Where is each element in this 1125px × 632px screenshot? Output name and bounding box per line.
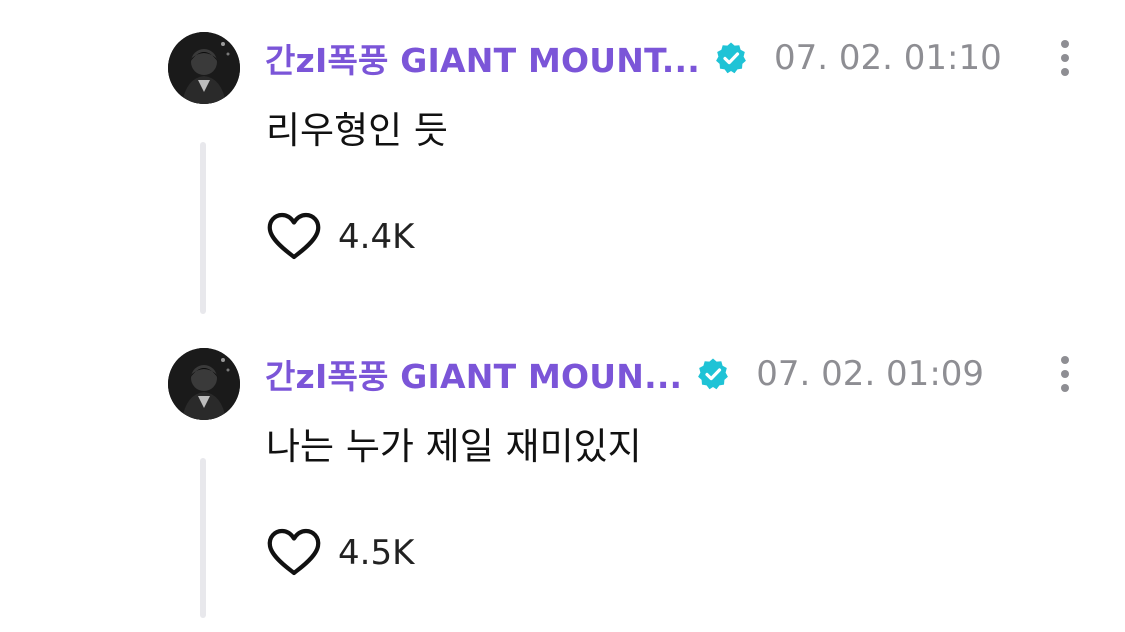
more-vertical-icon[interactable]	[1052, 38, 1078, 78]
comment-text: 나는 누가 제일 재미있지	[266, 425, 642, 468]
username-link[interactable]: 간zI폭풍 GIANT MOUNT...	[265, 34, 700, 82]
username-link[interactable]: 간zI폭풍 GIANT MOUN...	[265, 350, 682, 398]
comment-item: 간zI폭풍 GIANT MOUNT... 07. 02. 01:10 리우형인 …	[0, 0, 1125, 316]
avatar[interactable]	[168, 32, 240, 104]
timestamp: 07. 02. 01:10	[774, 38, 1002, 78]
verified-badge-icon	[716, 42, 746, 74]
thread-line	[200, 142, 206, 314]
like-button[interactable]: 4.4K	[266, 210, 414, 264]
verified-badge-icon	[698, 358, 729, 390]
more-vertical-icon[interactable]	[1052, 354, 1078, 394]
like-button[interactable]: 4.5K	[266, 526, 414, 580]
timestamp: 07. 02. 01:09	[756, 354, 985, 394]
comment-text: 리우형인 듯	[266, 109, 448, 152]
comment-item: 간zI폭풍 GIANT MOUN... 07. 02. 01:09 나는 누가 …	[0, 316, 1125, 632]
like-count: 4.4K	[338, 217, 415, 257]
avatar[interactable]	[168, 348, 240, 420]
comment-header: 간zI폭풍 GIANT MOUNT... 07. 02. 01:10	[265, 34, 1002, 82]
heart-outline-icon	[267, 212, 321, 260]
comment-header: 간zI폭풍 GIANT MOUN... 07. 02. 01:09	[265, 350, 984, 398]
heart-outline-icon	[267, 528, 321, 576]
like-count: 4.5K	[338, 533, 415, 573]
thread-line	[200, 458, 206, 618]
